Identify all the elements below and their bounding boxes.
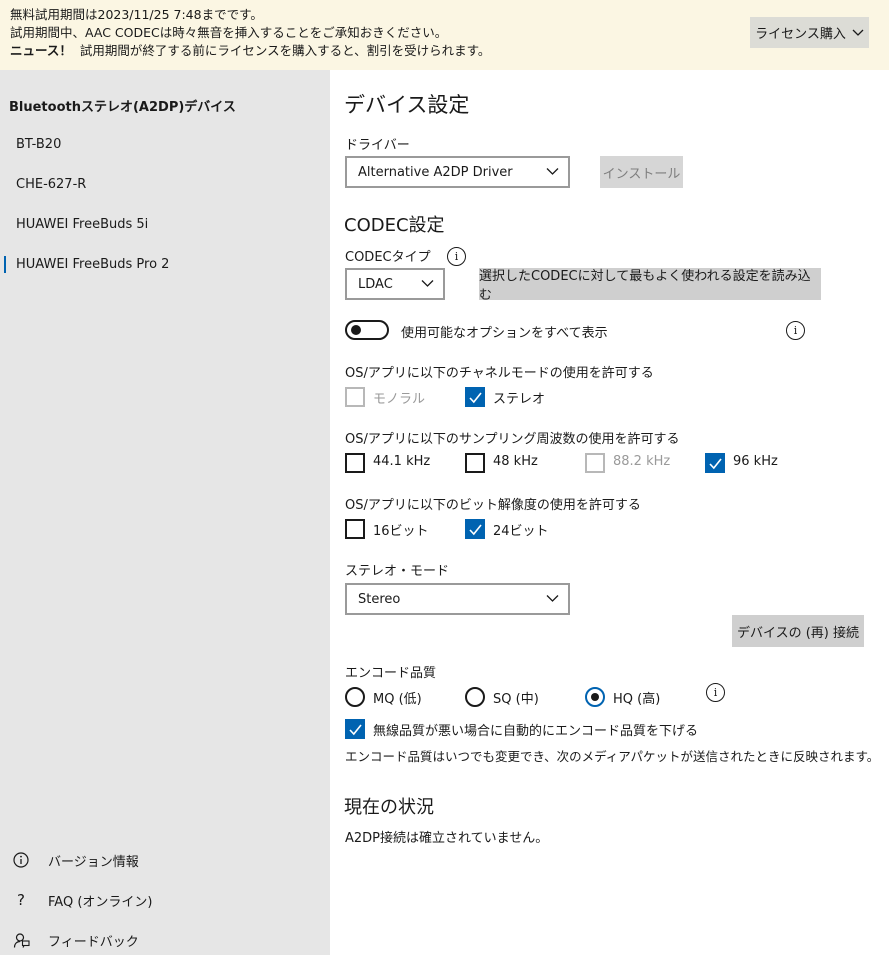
quality-sq-radio[interactable] [465, 687, 485, 707]
install-button[interactable]: インストール [600, 156, 683, 188]
news-line: ニュース！ 試用期間が終了する前にライセンスを購入すると、割引を受けられます。 [10, 42, 490, 59]
driver-select[interactable]: Alternative A2DP Driver [345, 156, 570, 188]
encode-quality-note: エンコード品質はいつでも変更でき、次のメディアパケットが送信されたときに反映され… [345, 749, 880, 764]
sidebar-header: Bluetoothステレオ(A2DP)デバイス [9, 100, 236, 115]
feedback-icon [12, 931, 30, 949]
trial-expiry-text: 無料試用期間は2023/11/25 7:48までです。 [10, 7, 263, 22]
chevron-down-icon [421, 280, 434, 287]
chevron-down-icon [546, 595, 559, 602]
sidebar-item-feedback[interactable]: フィードバック [12, 927, 139, 953]
sidebar-item-che-627-r[interactable]: CHE-627-R [0, 166, 330, 202]
rate-88-2-checkbox[interactable] [585, 453, 605, 473]
news-label: ニュース！ [10, 43, 72, 58]
driver-select-value: Alternative A2DP Driver [358, 164, 513, 180]
quality-hq-label: HQ (高) [613, 692, 661, 707]
mono-checkbox[interactable] [345, 387, 365, 407]
quality-hq-radio[interactable] [585, 687, 605, 707]
status-heading: 現在の状況 [344, 797, 434, 818]
quality-sq-label: SQ (中) [493, 692, 539, 707]
codec-type-label: CODECタイプ [345, 250, 431, 265]
show-all-options-toggle[interactable] [345, 320, 389, 340]
codec-select-value: LDAC [358, 276, 393, 292]
channel-mode-label: OS/アプリに以下のチャネルモードの使用を許可する [345, 366, 654, 381]
checkmark-icon [349, 724, 362, 736]
sampling-rate-label: OS/アプリに以下のサンプリング周波数の使用を許可する [345, 432, 680, 447]
checkmark-icon [469, 524, 482, 536]
faq-label: FAQ (オンライン) [48, 894, 153, 910]
bit-16-label: 16ビット [373, 524, 429, 539]
quality-info-icon[interactable]: i [706, 683, 725, 702]
buy-license-label: ライセンス購入 [755, 27, 846, 42]
buy-license-button[interactable]: ライセンス購入 [750, 17, 869, 48]
quality-mq-label: MQ (低) [373, 692, 422, 707]
rate-44-1-checkbox[interactable] [345, 453, 365, 473]
codec-select[interactable]: LDAC [345, 268, 445, 300]
status-text: A2DP接続は確立されていません。 [345, 831, 549, 846]
bit-16-checkbox[interactable] [345, 519, 365, 539]
chevron-down-icon [852, 29, 864, 36]
auto-lower-quality-checkbox[interactable] [345, 719, 365, 739]
device-label: HUAWEI FreeBuds 5i [16, 216, 149, 232]
rate-48-checkbox[interactable] [465, 453, 485, 473]
main-panel: デバイス設定 ドライバー Alternative A2DP Driver インス… [330, 70, 889, 955]
checkmark-icon [709, 458, 722, 470]
page-title: デバイス設定 [344, 93, 470, 117]
codec-info-icon[interactable]: i [447, 247, 466, 266]
options-info-icon[interactable]: i [786, 321, 805, 340]
chevron-down-icon [546, 168, 559, 175]
bit-depth-label: OS/アプリに以下のビット解像度の使用を許可する [345, 498, 641, 513]
rate-96-checkbox[interactable] [705, 453, 725, 473]
mono-label: モノラル [373, 392, 426, 407]
stereo-mode-label: ステレオ・モード [345, 564, 450, 579]
toggle-knob [351, 325, 361, 335]
driver-label: ドライバー [345, 138, 410, 153]
device-label: CHE-627-R [16, 176, 87, 192]
quality-mq-radio[interactable] [345, 687, 365, 707]
reconnect-device-button[interactable]: デバイスの (再) 接続 [732, 615, 864, 647]
encode-quality-label: エンコード品質 [345, 666, 437, 681]
feedback-label: フィードバック [48, 934, 139, 950]
question-icon: ? [17, 891, 25, 909]
stereo-mode-select[interactable]: Stereo [345, 583, 570, 615]
device-label: BT-B20 [16, 136, 62, 152]
stereo-label: ステレオ [493, 392, 546, 407]
sidebar-item-freebuds-5i[interactable]: HUAWEI FreeBuds 5i [0, 206, 330, 242]
stereo-checkbox[interactable] [465, 387, 485, 407]
trial-banner: 無料試用期間は2023/11/25 7:48までです。 試用期間中、AAC CO… [0, 0, 889, 70]
rate-44-1-label: 44.1 kHz [373, 454, 431, 469]
rate-96-label: 96 kHz [733, 454, 778, 469]
sidebar-item-version-info[interactable]: バージョン情報 [12, 847, 139, 873]
checkmark-icon [469, 392, 482, 404]
rate-88-2-label: 88.2 kHz [613, 454, 671, 469]
auto-lower-quality-label: 無線品質が悪い場合に自動的にエンコード品質を下げる [373, 724, 699, 739]
news-text: 試用期間が終了する前にライセンスを購入すると、割引を受けられます。 [79, 43, 491, 58]
bit-24-label: 24ビット [493, 524, 549, 539]
bit-24-checkbox[interactable] [465, 519, 485, 539]
device-label: HUAWEI FreeBuds Pro 2 [16, 256, 170, 272]
sidebar: Bluetoothステレオ(A2DP)デバイス BT-B20 CHE-627-R… [0, 70, 330, 955]
info-icon [12, 851, 30, 869]
stereo-mode-value: Stereo [358, 591, 401, 607]
sidebar-item-freebuds-pro-2[interactable]: HUAWEI FreeBuds Pro 2 [0, 246, 330, 282]
codec-heading: CODEC設定 [344, 215, 445, 236]
sidebar-item-faq[interactable]: ? FAQ (オンライン) [12, 887, 152, 913]
show-all-options-label: 使用可能なオプションをすべて表示 [401, 326, 608, 341]
sidebar-item-bt-b20[interactable]: BT-B20 [0, 126, 330, 162]
trial-aac-notice: 試用期間中、AAC CODECは時々無音を挿入することをご承知おきください。 [10, 25, 448, 40]
load-codec-settings-button[interactable]: 選択したCODECに対して最もよく使われる設定を読み込む [479, 268, 821, 303]
rate-48-label: 48 kHz [493, 454, 538, 469]
version-info-label: バージョン情報 [48, 854, 139, 870]
